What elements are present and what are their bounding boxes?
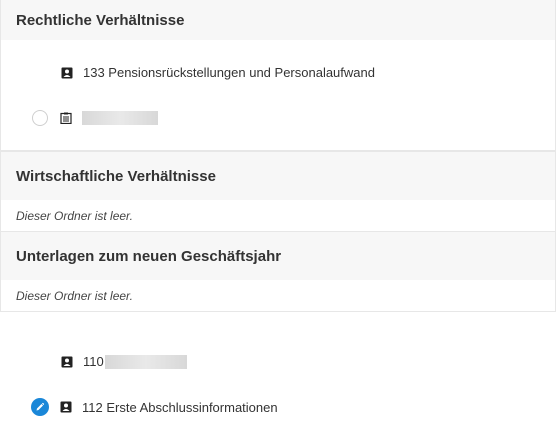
clipboard-icon (60, 112, 72, 124)
person-document-icon (61, 356, 73, 368)
document-label: 133 Pensionsrückstellungen und Personala… (83, 65, 375, 80)
document-label: 110 (83, 354, 104, 369)
document-item-112[interactable]: 112 Erste Abschlussinformationen (31, 398, 278, 416)
person-document-icon (61, 67, 73, 79)
document-item-redacted[interactable] (32, 110, 158, 126)
folder-view: Rechtliche Verhältnisse 133 Pensionsrück… (0, 0, 558, 434)
document-label: 112 Erste Abschlussinformationen (82, 399, 278, 415)
redacted-label (104, 354, 187, 369)
folder-title: Wirtschaftliche Verhältnisse (16, 167, 216, 185)
folder-header-rechtliche[interactable]: Rechtliche Verhältnisse (1, 0, 555, 40)
folder-section-unterlagen: Unterlagen zum neuen Geschäftsjahr Diese… (0, 231, 556, 312)
document-item-110[interactable]: 110 (61, 354, 187, 369)
person-document-icon (60, 401, 72, 413)
redacted-label (82, 111, 158, 125)
folder-title: Rechtliche Verhältnisse (16, 11, 185, 29)
empty-folder-note: Dieser Ordner ist leer. (16, 288, 133, 303)
document-item-133[interactable]: 133 Pensionsrückstellungen und Personala… (61, 65, 375, 80)
select-circle-icon[interactable] (32, 110, 48, 126)
empty-folder-note: Dieser Ordner ist leer. (16, 208, 133, 223)
pencil-icon[interactable] (31, 398, 49, 416)
folder-section-wirtschaftliche: Wirtschaftliche Verhältnisse Dieser Ordn… (0, 151, 556, 232)
folder-header-wirtschaftliche[interactable]: Wirtschaftliche Verhältnisse (1, 152, 555, 200)
folder-title: Unterlagen zum neuen Geschäftsjahr (16, 247, 282, 265)
folder-header-unterlagen[interactable]: Unterlagen zum neuen Geschäftsjahr (1, 232, 555, 280)
